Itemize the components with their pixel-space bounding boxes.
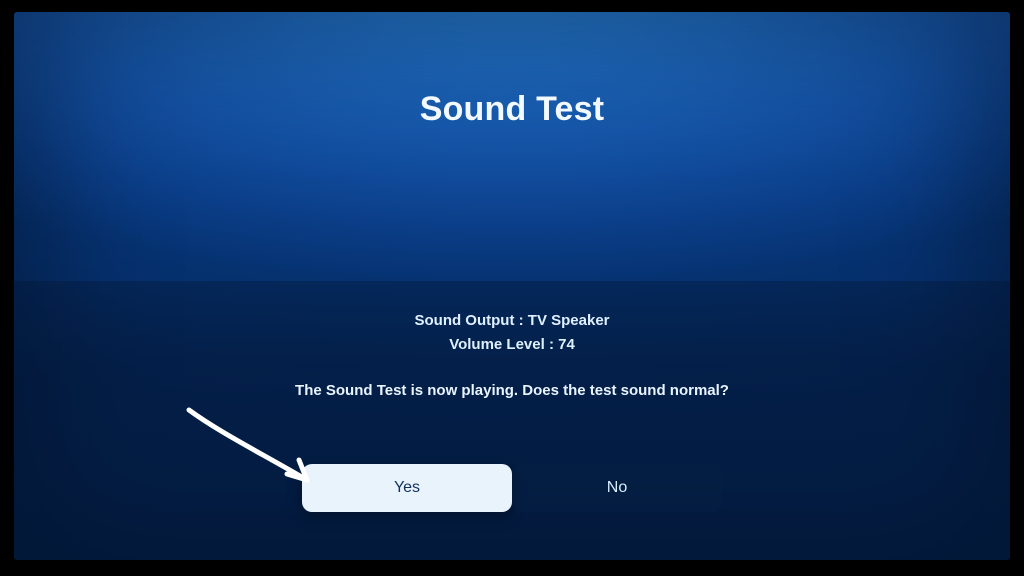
tv-bezel: Sound Test Sound Output : TV Speaker Vol… (6, 6, 1018, 570)
no-button[interactable]: No (512, 464, 722, 512)
volume-level-value: 74 (558, 336, 575, 353)
volume-level-label: Volume Level (449, 336, 545, 353)
yes-button[interactable]: Yes (302, 464, 512, 512)
sound-info-block: Sound Output : TV Speaker Volume Level :… (14, 307, 1010, 356)
sound-output-line: Sound Output : TV Speaker (14, 311, 1010, 331)
tv-screen: Sound Test Sound Output : TV Speaker Vol… (14, 12, 1010, 560)
page-title: Sound Test (14, 90, 1010, 129)
dialog-buttons: Yes No (14, 464, 1010, 512)
sound-test-prompt: The Sound Test is now playing. Does the … (14, 382, 1010, 399)
sound-output-value: TV Speaker (528, 312, 610, 329)
volume-level-line: Volume Level : 74 (14, 335, 1010, 355)
sound-output-label: Sound Output (414, 312, 514, 329)
